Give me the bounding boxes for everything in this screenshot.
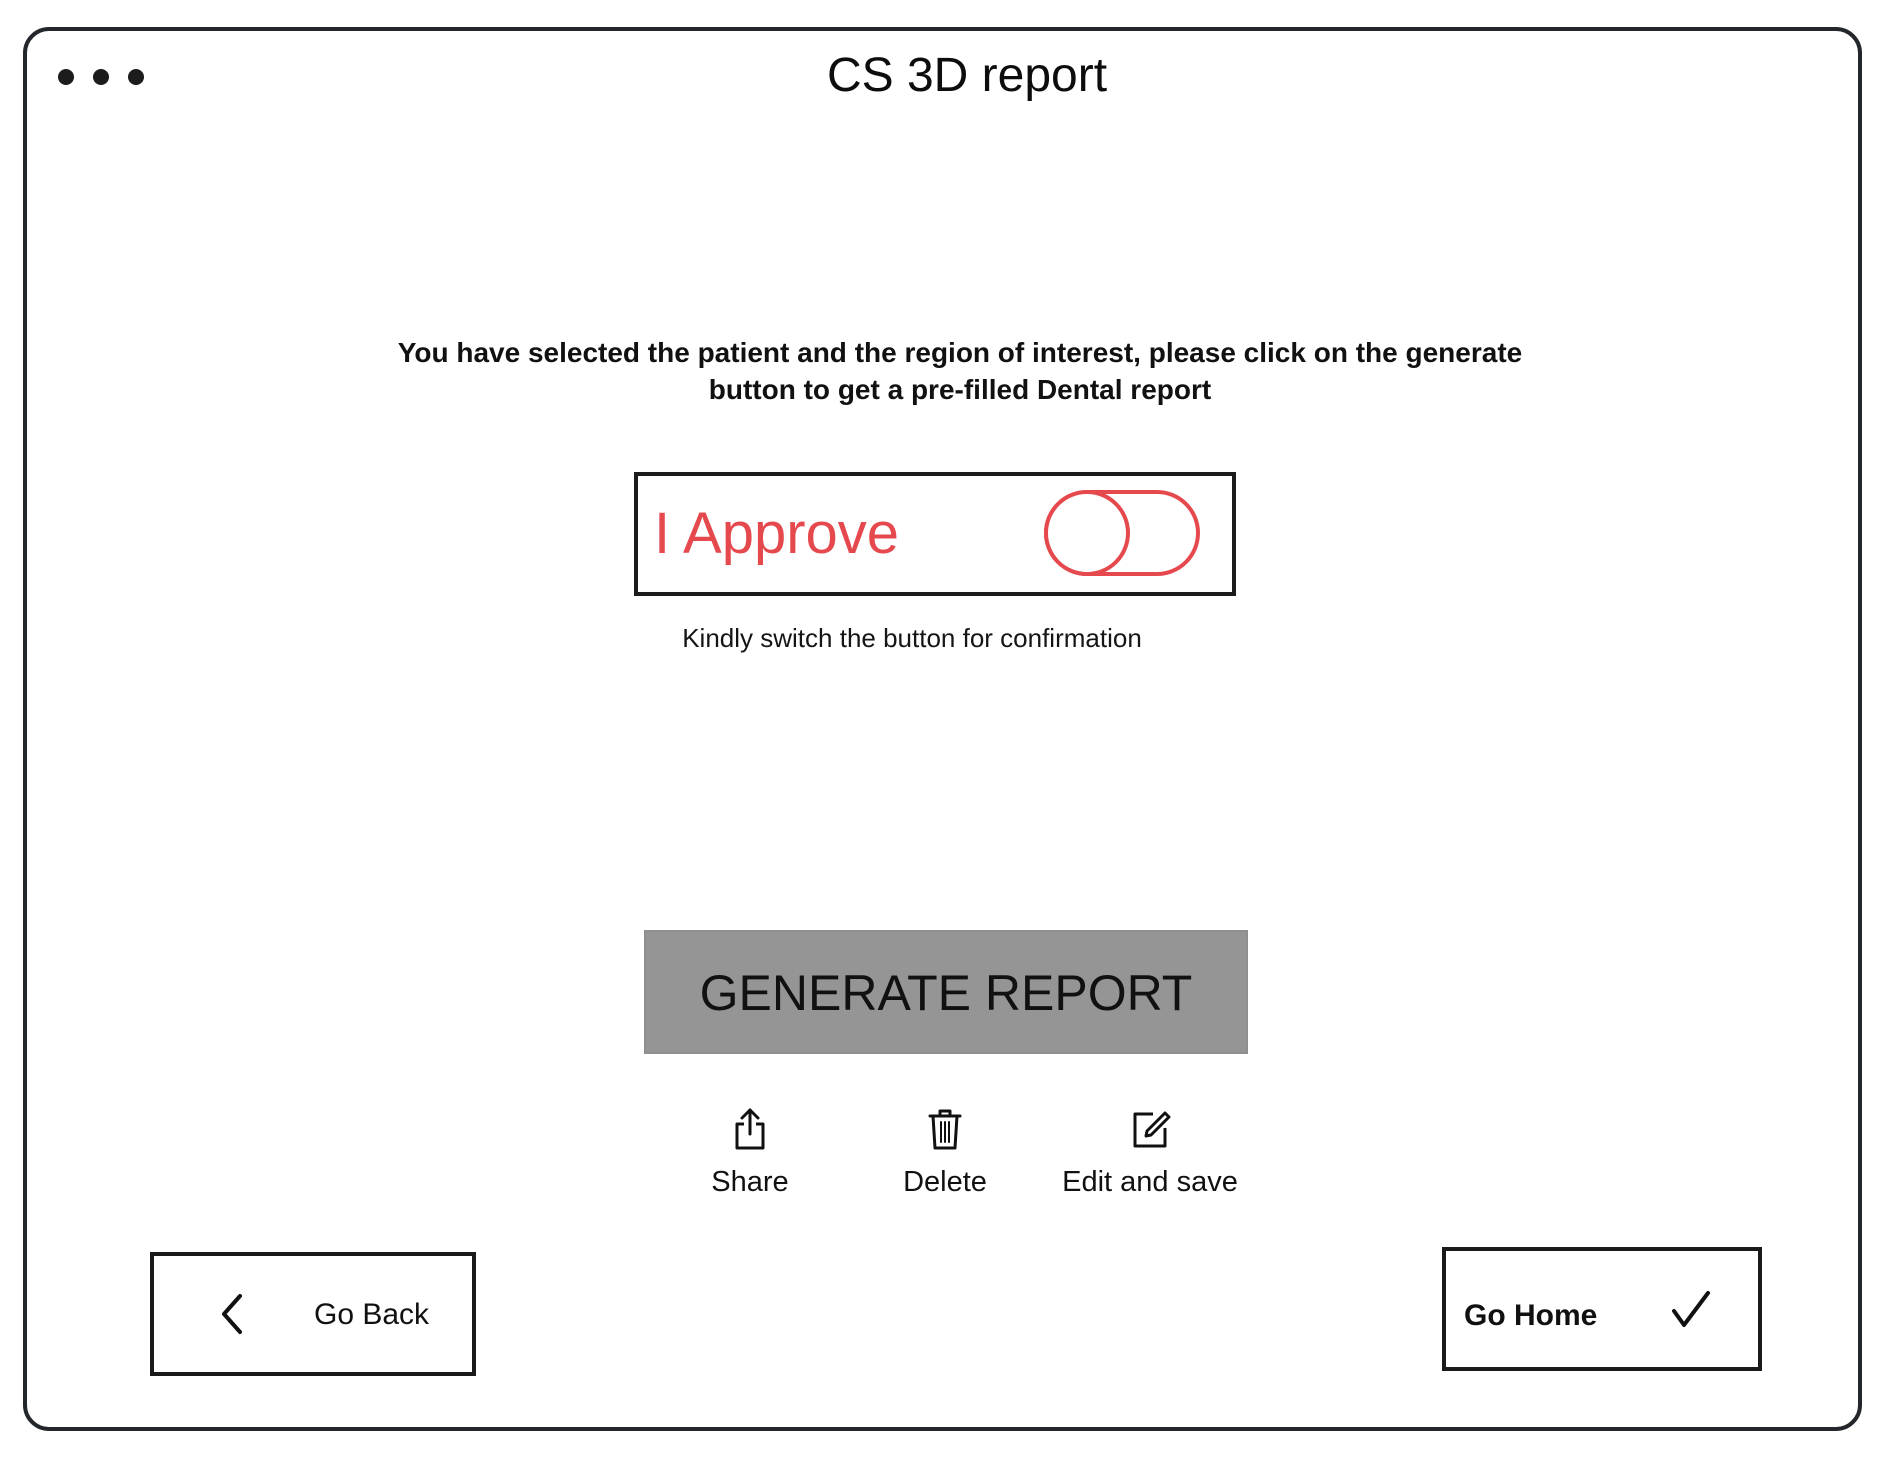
generate-report-button[interactable]: GENERATE REPORT xyxy=(644,930,1248,1054)
dot xyxy=(58,69,74,85)
go-home-button[interactable]: Go Home xyxy=(1442,1247,1762,1371)
dot xyxy=(93,69,109,85)
confirmation-hint: Kindly switch the button for confirmatio… xyxy=(682,623,1142,653)
dot xyxy=(128,69,144,85)
checkmark-icon xyxy=(1672,1291,1710,1327)
page-title: CS 3D report xyxy=(826,49,1108,102)
share-label: Share xyxy=(711,1166,789,1198)
edit-and-save-button[interactable]: Edit and save xyxy=(1040,1104,1260,1204)
go-back-label: Go Back xyxy=(314,1298,430,1331)
delete-button[interactable]: Delete xyxy=(835,1104,1055,1204)
instructions-text: You have selected the patient and the re… xyxy=(397,337,1523,405)
approve-label: I Approve xyxy=(654,501,900,566)
delete-label: Delete xyxy=(903,1166,987,1198)
approval-panel: I Approve xyxy=(634,472,1236,596)
chevron-left-icon xyxy=(222,1294,242,1334)
toggle-knob[interactable] xyxy=(1044,490,1130,576)
trash-icon xyxy=(928,1109,962,1150)
approve-toggle[interactable] xyxy=(1044,490,1200,576)
more-dots-icon[interactable] xyxy=(58,68,144,86)
go-back-button[interactable]: Go Back xyxy=(150,1252,476,1376)
app-window xyxy=(23,27,1862,1431)
share-button[interactable]: Share xyxy=(640,1104,860,1204)
edit-and-save-label: Edit and save xyxy=(1062,1166,1238,1198)
edit-icon xyxy=(1133,1111,1171,1148)
share-icon xyxy=(735,1108,765,1150)
go-home-label: Go Home xyxy=(1464,1299,1598,1332)
